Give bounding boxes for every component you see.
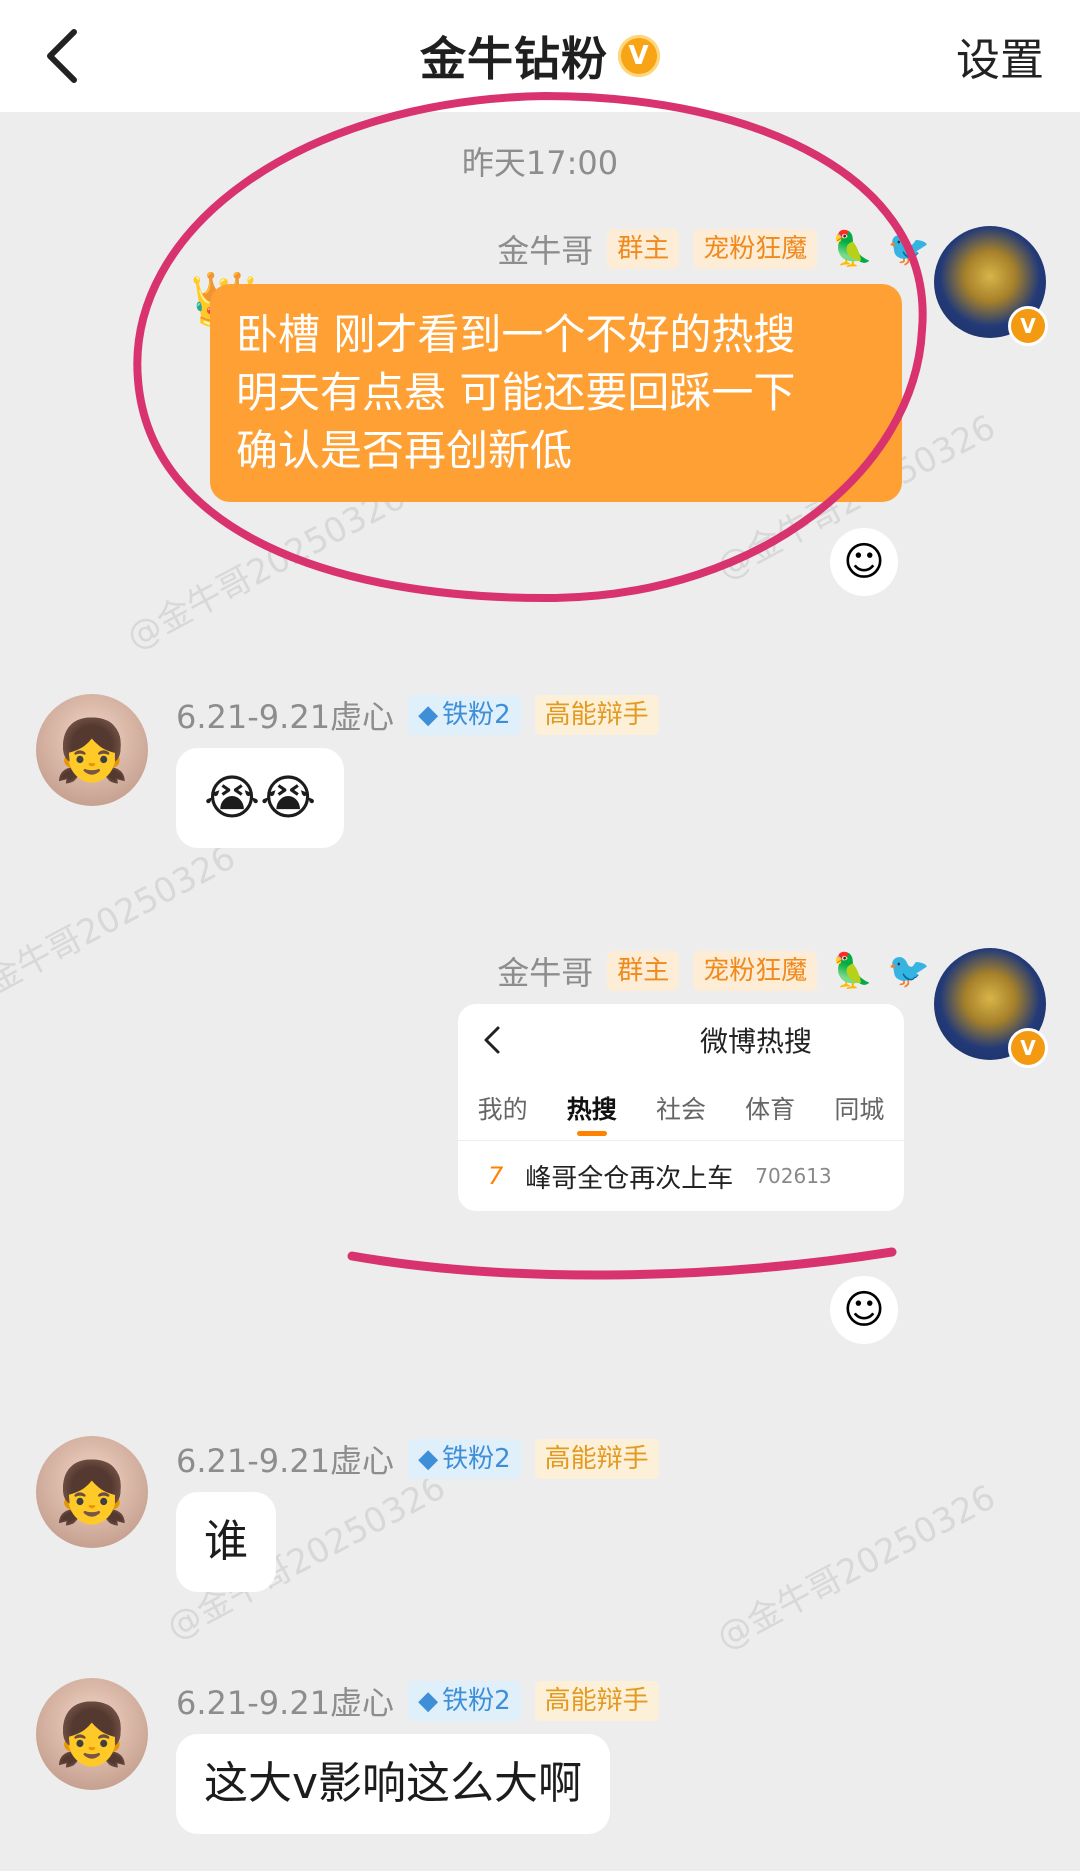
tab-sports: 体育 xyxy=(745,1095,796,1124)
rank-number: 7 xyxy=(488,1162,504,1190)
tab-local: 同城 xyxy=(834,1095,885,1124)
add-reaction-button[interactable]: ☺ xyxy=(830,1276,898,1344)
tab-society: 社会 xyxy=(655,1095,706,1124)
avatar[interactable]: 👧 xyxy=(36,1678,148,1790)
verified-icon: V xyxy=(1008,1028,1048,1068)
title-tag: 高能辩手 xyxy=(534,695,659,735)
hot-search-row: 7 峰哥全仓再次上车 702613 xyxy=(458,1140,904,1211)
message-bubble[interactable]: 谁 xyxy=(176,1492,276,1592)
hot-search-card[interactable]: 微博热搜 我的 热搜 社会 体育 同城 7 峰哥全仓再次上车 702613 xyxy=(458,1004,904,1211)
chevron-left-icon xyxy=(484,1026,500,1054)
owner-tag: 群主 xyxy=(607,951,680,991)
message-bubble[interactable]: 😭😭 xyxy=(176,748,345,848)
fan-level-label: 铁粉2 xyxy=(442,700,511,730)
diamond-icon: ◆ xyxy=(418,1686,439,1716)
sender-row: 金牛哥 群主 宠粉狂魔 🦜 🐦 xyxy=(497,948,930,994)
sender-row: 6.21-9.21虚心 ◆ 铁粉2 高能辩手 xyxy=(176,1436,659,1482)
heat-value: 702613 xyxy=(755,1164,832,1188)
message-bubble[interactable]: 这大v影响这么大啊 xyxy=(176,1734,611,1834)
tab-mine: 我的 xyxy=(477,1095,528,1124)
hot-search-text: 峰哥全仓再次上车 xyxy=(525,1163,734,1194)
fan-level-tag: ◆ 铁粉2 xyxy=(408,1439,521,1479)
title-tag: 高能辩手 xyxy=(534,1439,659,1479)
avatar[interactable]: 👧 xyxy=(36,694,148,806)
card-title: 微博热搜 xyxy=(699,1025,812,1058)
girl-avatar-icon: 👧 xyxy=(54,1699,130,1770)
tab-hot-search: 热搜 xyxy=(567,1090,617,1126)
diamond-icon: ◆ xyxy=(418,1444,439,1474)
fan-level-tag: ◆ 铁粉2 xyxy=(408,695,521,735)
avatar[interactable]: 👧 xyxy=(36,1436,148,1548)
smile-plus-icon: ☺ xyxy=(843,1287,885,1333)
card-header: 微博热搜 xyxy=(458,1004,904,1076)
sender-name: 6.21-9.21虚心 xyxy=(176,1442,395,1480)
bird-icon: 🦜 xyxy=(831,951,874,991)
girl-avatar-icon: 👧 xyxy=(54,1457,130,1528)
fan-level-tag: ◆ 铁粉2 xyxy=(408,1681,521,1721)
title-tag: 宠粉狂魔 xyxy=(693,951,818,991)
fan-level-label: 铁粉2 xyxy=(442,1686,511,1716)
sender-name: 6.21-9.21虚心 xyxy=(176,698,395,736)
sender-name: 金牛哥 xyxy=(497,954,594,992)
title-tag: 高能辩手 xyxy=(534,1681,659,1721)
annotation-circle xyxy=(133,91,927,1280)
girl-avatar-icon: 👧 xyxy=(54,715,130,786)
sender-row: 6.21-9.21虚心 ◆ 铁粉2 高能辩手 xyxy=(176,692,659,738)
sender-name: 6.21-9.21虚心 xyxy=(176,1684,395,1722)
sender-row: 6.21-9.21虚心 ◆ 铁粉2 高能辩手 xyxy=(176,1678,659,1724)
fan-level-label: 铁粉2 xyxy=(442,1444,511,1474)
bird-icon: 🐦 xyxy=(887,951,930,991)
diamond-icon: ◆ xyxy=(418,700,439,730)
card-tabs: 我的 热搜 社会 体育 同城 xyxy=(458,1076,904,1140)
